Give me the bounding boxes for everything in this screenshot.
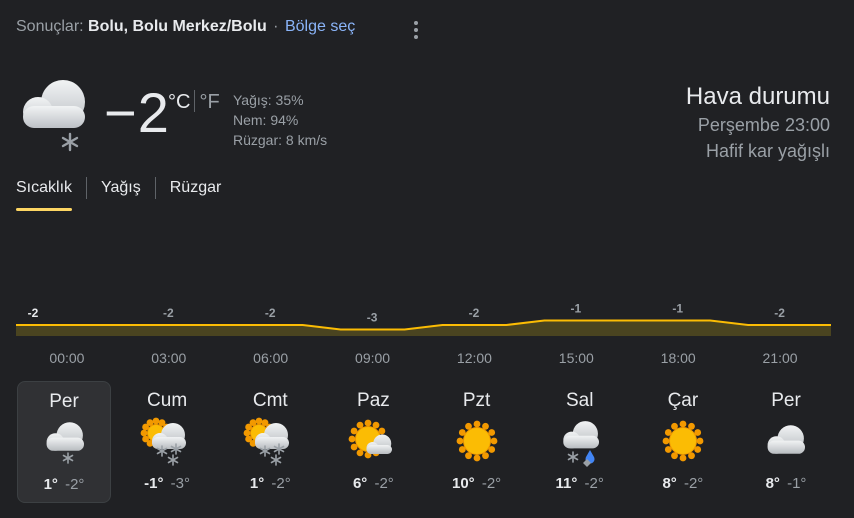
high-temp: 8° xyxy=(662,475,677,492)
temperature-point-label: -3 xyxy=(367,311,378,325)
day-name: Cum xyxy=(147,390,188,411)
temperature-point-label: -2 xyxy=(28,306,39,320)
day-temperatures: 6° -2° xyxy=(326,475,420,492)
weather-condition: Hafif kar yağışlı xyxy=(705,141,830,161)
current-temperature: −2 xyxy=(104,81,170,144)
cloud-icon xyxy=(759,417,813,467)
day-temperatures: 8° -1° xyxy=(739,475,833,492)
sun-icon xyxy=(656,417,710,467)
high-temp: 1° xyxy=(43,476,58,493)
day-temperatures: 8° -2° xyxy=(636,475,730,492)
high-temp: -1° xyxy=(144,475,164,492)
more-options-icon[interactable] xyxy=(406,18,426,42)
weather-details: Yağış: 35% Nem: 94% Rüzgar: 8 km/s xyxy=(233,90,327,150)
time-tick-label: 21:00 xyxy=(762,350,798,366)
cloud-snow-rain-icon xyxy=(553,417,607,467)
time-tick-label: 03:00 xyxy=(151,350,187,366)
low-temp: -2° xyxy=(65,476,85,493)
temperature-point-label: -1 xyxy=(672,302,683,316)
day-name: Sal xyxy=(565,390,594,411)
weather-time: Perşembe 23:00 xyxy=(697,115,830,135)
unit-divider xyxy=(194,90,196,112)
low-temp: -2° xyxy=(271,475,291,492)
precipitation-text: Yağış: 35% xyxy=(233,92,304,108)
day-forecast-6[interactable]: Çar 8° -2° xyxy=(636,381,730,503)
temperature-point-label: -2 xyxy=(163,306,174,320)
temperature-point-label: -2 xyxy=(469,306,480,320)
low-temp: -2° xyxy=(584,475,604,492)
low-temp: -2° xyxy=(374,475,394,492)
day-forecast-3[interactable]: Paz 6° -2° xyxy=(326,381,420,503)
time-tick-label: 06:00 xyxy=(253,350,289,366)
high-temp: 8° xyxy=(765,475,780,492)
day-forecast-4[interactable]: Pzt 10° -2° xyxy=(430,381,524,503)
partly-cloudy-snow-icon xyxy=(243,417,297,467)
day-forecast-7[interactable]: Per 8° -1° xyxy=(739,381,833,503)
cloud-snow-icon xyxy=(38,418,92,468)
day-temperatures: -1° -3° xyxy=(120,475,214,492)
wind-text: Rüzgar: 8 km/s xyxy=(233,132,328,148)
select-region-link[interactable]: Bölge seç xyxy=(285,18,355,35)
humidity-text: Nem: 94% xyxy=(233,112,299,128)
day-name: Çar xyxy=(667,390,699,411)
current-weather-icon xyxy=(23,80,85,152)
daily-forecast: Per 1° -2° Cum -1° -3° Cmt 1° -2° Paz 6°… xyxy=(16,381,832,503)
low-temp: -2° xyxy=(683,475,704,492)
time-tick-label: 15:00 xyxy=(558,350,594,366)
day-temperatures: 1° -2° xyxy=(223,475,317,492)
metric-tabs: Sıcaklık Yağış Rüzgar xyxy=(16,177,221,213)
high-temp: 6° xyxy=(352,475,368,492)
tab-divider xyxy=(154,177,156,199)
partly-sunny-icon xyxy=(346,417,400,467)
results-prefix: Sonuçlar: xyxy=(16,18,84,35)
unit-toggle: °C °F xyxy=(168,90,220,114)
temperature-chart: -2 -2 -2 -3 -2 -1 -1 -2 xyxy=(16,302,831,336)
high-temp: 11° xyxy=(555,475,578,492)
high-temp: 1° xyxy=(249,475,265,492)
partly-cloudy-snow-icon xyxy=(140,417,194,467)
temperature-point-label: -2 xyxy=(265,306,276,320)
weather-title: Hava durumu xyxy=(685,83,830,110)
separator-dot: · xyxy=(273,18,279,35)
day-name: Per xyxy=(49,391,79,412)
low-temp: -3° xyxy=(170,475,191,492)
sun-icon xyxy=(450,417,504,467)
tab-temperature[interactable]: Sıcaklık xyxy=(16,177,73,211)
temperature-point-label: -2 xyxy=(774,306,785,320)
day-name: Per xyxy=(771,390,801,411)
weather-summary: Hava durumu Perşembe 23:00 Hafif kar yağ… xyxy=(686,82,830,164)
temperature-point-label: -1 xyxy=(570,302,581,316)
time-axis: 00:00 03:00 06:00 09:00 12:00 15:00 18:00 21:00 xyxy=(16,350,831,370)
time-tick-label: 00:00 xyxy=(49,350,85,366)
time-tick-label: 18:00 xyxy=(660,350,696,366)
day-name: Cmt xyxy=(252,390,288,411)
tab-divider xyxy=(86,177,88,199)
high-temp: 10° xyxy=(451,475,475,492)
tab-wind[interactable]: Rüzgar xyxy=(170,177,222,211)
celsius-unit[interactable]: °C xyxy=(168,91,190,113)
location-name: Bolu, Bolu Merkez/Bolu xyxy=(88,18,267,35)
day-name: Pzt xyxy=(462,390,491,411)
day-forecast-5[interactable]: Sal 11° -2° xyxy=(533,381,627,503)
day-forecast-2[interactable]: Cmt 1° -2° xyxy=(223,381,317,503)
fahrenheit-unit[interactable]: °F xyxy=(199,91,219,113)
tab-precipitation[interactable]: Yağış xyxy=(101,177,141,211)
day-forecast-0[interactable]: Per 1° -2° xyxy=(17,381,111,503)
search-result-header: Sonuçlar: Bolu, Bolu Merkez/Bolu · Bölge… xyxy=(16,18,355,36)
day-temperatures: 11° -2° xyxy=(533,475,627,492)
low-temp: -2° xyxy=(481,475,502,492)
day-forecast-1[interactable]: Cum -1° -3° xyxy=(120,381,214,503)
time-tick-label: 12:00 xyxy=(456,350,492,366)
low-temp: -1° xyxy=(787,475,807,492)
day-temperatures: 10° -2° xyxy=(430,475,524,492)
time-tick-label: 09:00 xyxy=(355,350,391,366)
day-name: Paz xyxy=(357,390,390,411)
day-temperatures: 1° -2° xyxy=(18,476,110,493)
